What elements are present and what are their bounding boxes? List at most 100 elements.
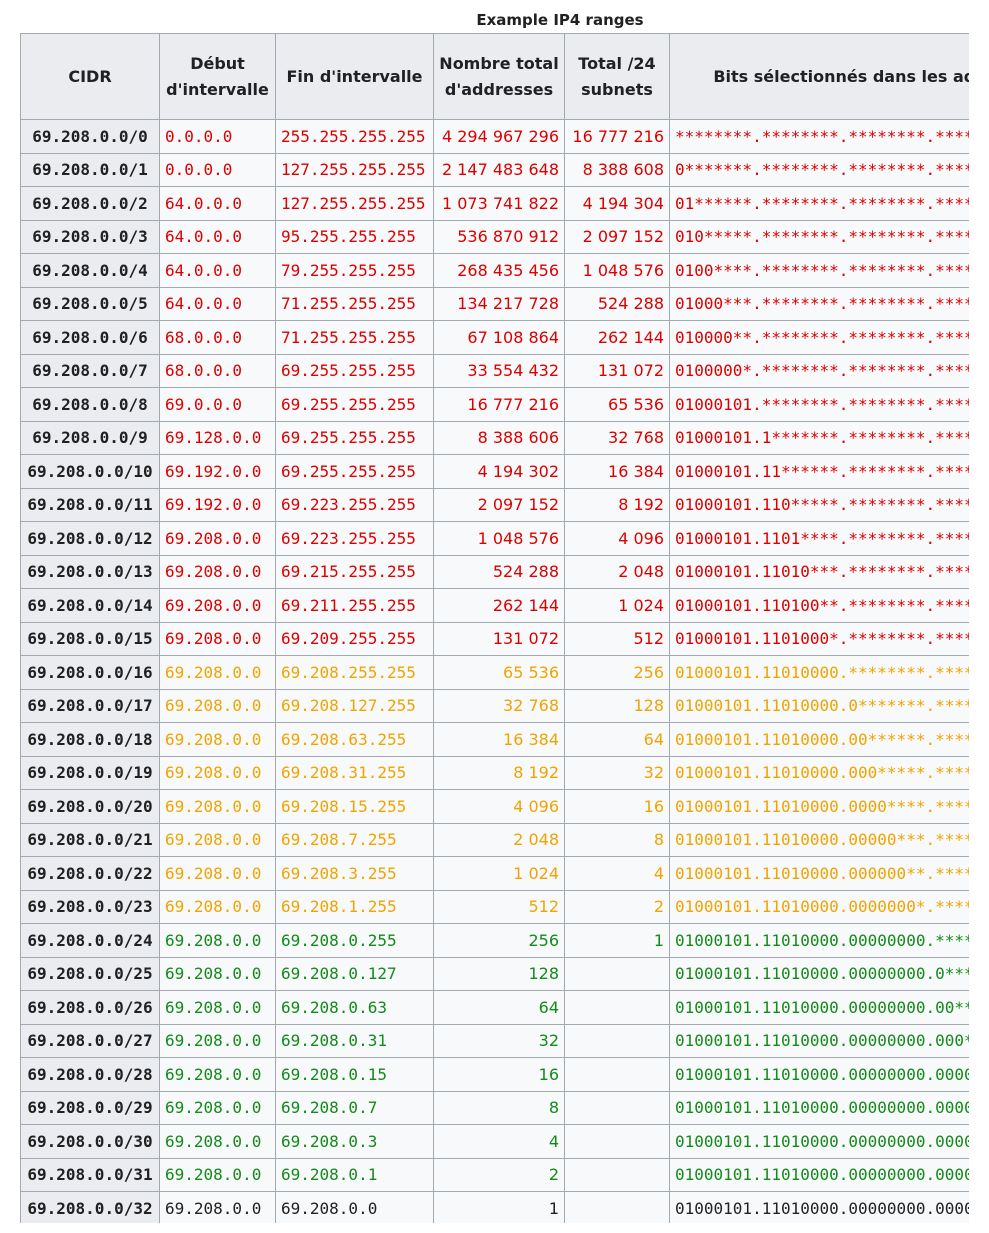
range-end-cell: 69.208.0.7 (275, 1090, 434, 1125)
table-row: 69.208.0.0/23 69.208.0.0 69.208.1.255 512 2 0… (20, 889, 969, 924)
cidr-cell: 69.208.0.0/21 (20, 822, 160, 857)
cidr-cell: 69.208.0.0/10 (20, 454, 160, 489)
range-end-cell: 69.208.63.255 (275, 722, 434, 757)
subnets-cell (564, 956, 670, 991)
selected-bits-cell: 01000101.11010000.000000**.******** (669, 856, 969, 891)
table-row: 69.208.0.0/24 69.208.0.0 69.208.0.255 256 1 0… (20, 923, 969, 958)
range-start-cell: 0.0.0.0 (159, 119, 276, 154)
range-start-cell: 69.192.0.0 (159, 454, 276, 489)
selected-bits-cell: 01000101.11010000.0000****.******** (669, 789, 969, 824)
cidr-cell: 69.208.0.0/19 (20, 755, 160, 790)
table-row: 69.208.0.0/4 64.0.0.0 79.255.255.255 268 43… (20, 253, 969, 288)
subnets-cell (564, 1023, 670, 1058)
range-end-cell: 69.208.0.15 (275, 1057, 434, 1092)
total-addresses-cell: 4 (433, 1124, 565, 1159)
range-start-cell: 69.208.0.0 (159, 621, 276, 656)
selected-bits-cell: 01000101.11010***.********.******** (669, 554, 969, 589)
subnets-cell: 2 097 152 (564, 219, 670, 254)
range-end-cell: 79.255.255.255 (275, 253, 434, 288)
cidr-cell: 69.208.0.0/15 (20, 621, 160, 656)
selected-bits-cell: 01000101.11010000.00000000.******** (669, 923, 969, 958)
table-row: 69.208.0.0/29 69.208.0.0 69.208.0.7 8 010001… (20, 1090, 969, 1125)
range-end-cell: 69.255.255.255 (275, 353, 434, 388)
cidr-cell: 69.208.0.0/28 (20, 1057, 160, 1092)
subnets-cell: 4 (564, 856, 670, 891)
range-end-cell: 69.208.31.255 (275, 755, 434, 790)
table-row: 69.208.0.0/6 68.0.0.0 71.255.255.255 67 108… (20, 320, 969, 355)
subnets-cell: 524 288 (564, 286, 670, 321)
total-addresses-cell: 2 097 152 (433, 487, 565, 522)
range-start-cell: 69.208.0.0 (159, 554, 276, 589)
cidr-cell: 69.208.0.0/29 (20, 1090, 160, 1125)
range-end-cell: 69.208.0.127 (275, 956, 434, 991)
range-end-cell: 69.208.127.255 (275, 688, 434, 723)
subnets-cell: 262 144 (564, 320, 670, 355)
cidr-cell: 69.208.0.0/7 (20, 353, 160, 388)
selected-bits-cell: 01000101.********.********.******** (669, 387, 969, 422)
table-row: 69.208.0.0/21 69.208.0.0 69.208.7.255 2 048… (20, 822, 969, 857)
total-addresses-cell: 536 870 912 (433, 219, 565, 254)
range-start-cell: 64.0.0.0 (159, 253, 276, 288)
range-start-cell: 69.208.0.0 (159, 655, 276, 690)
range-end-cell: 127.255.255.255 (275, 152, 434, 187)
table-row: 69.208.0.0/7 68.0.0.0 69.255.255.255 33 554… (20, 353, 969, 388)
subnets-cell: 32 (564, 755, 670, 790)
cidr-cell: 69.208.0.0/16 (20, 655, 160, 690)
range-start-cell: 69.208.0.0 (159, 688, 276, 723)
selected-bits-cell: 01000101.11010000.00000000.000***** (669, 1023, 969, 1058)
table-row: 69.208.0.0/13 69.208.0.0 69.215.255.255 524… (20, 554, 969, 589)
subnets-cell (564, 1057, 670, 1092)
header-total: Nombre total d'addresses (433, 33, 565, 120)
range-end-cell: 69.208.7.255 (275, 822, 434, 857)
range-start-cell: 69.208.0.0 (159, 521, 276, 556)
range-end-cell: 69.208.3.255 (275, 856, 434, 891)
total-addresses-cell: 33 554 432 (433, 353, 565, 388)
table-row: 69.208.0.0/17 69.208.0.0 69.208.127.255 32 … (20, 688, 969, 723)
table-caption: Example IP4 ranges (476, 11, 644, 29)
range-start-cell: 69.208.0.0 (159, 956, 276, 991)
subnets-cell: 128 (564, 688, 670, 723)
range-end-cell: 69.255.255.255 (275, 387, 434, 422)
selected-bits-cell: 01000101.1101000*.********.******** (669, 621, 969, 656)
range-end-cell: 69.208.1.255 (275, 889, 434, 924)
range-end-cell: 69.208.15.255 (275, 789, 434, 824)
total-addresses-cell: 268 435 456 (433, 253, 565, 288)
total-addresses-cell: 4 194 302 (433, 454, 565, 489)
table-scroll-container[interactable]: CIDR Début d'intervalle Fin d'intervalle… (20, 33, 969, 1223)
selected-bits-cell: 0100****.********.********.******** (669, 253, 969, 288)
cidr-cell: 69.208.0.0/32 (20, 1191, 160, 1223)
subnets-cell: 16 777 216 (564, 119, 670, 154)
subnets-cell: 8 (564, 822, 670, 857)
table-row: 69.208.0.0/16 69.208.0.0 69.208.255.255 65 … (20, 655, 969, 690)
total-addresses-cell: 16 384 (433, 722, 565, 757)
selected-bits-cell: 01000101.11010000.00000000.0000000* (669, 1157, 969, 1192)
total-addresses-cell: 2 (433, 1157, 565, 1192)
range-start-cell: 69.0.0.0 (159, 387, 276, 422)
range-start-cell: 68.0.0.0 (159, 320, 276, 355)
header-bits: Bits sélectionnés dans les adresses IP (669, 33, 969, 120)
range-start-cell: 69.208.0.0 (159, 923, 276, 958)
subnets-cell: 8 388 608 (564, 152, 670, 187)
total-addresses-cell: 1 (433, 1191, 565, 1223)
subnets-cell: 4 096 (564, 521, 670, 556)
range-start-cell: 69.208.0.0 (159, 789, 276, 824)
range-end-cell: 255.255.255.255 (275, 119, 434, 154)
selected-bits-cell: 01000101.1101****.********.******** (669, 521, 969, 556)
cidr-cell: 69.208.0.0/1 (20, 152, 160, 187)
table-row: 69.208.0.0/2 64.0.0.0 127.255.255.255 1 073… (20, 186, 969, 221)
cidr-cell: 69.208.0.0/6 (20, 320, 160, 355)
subnets-cell: 32 768 (564, 420, 670, 455)
range-end-cell: 69.255.255.255 (275, 454, 434, 489)
range-end-cell: 69.255.255.255 (275, 420, 434, 455)
subnets-cell: 65 536 (564, 387, 670, 422)
selected-bits-cell: 01000101.11010000.00000000.0******* (669, 956, 969, 991)
selected-bits-cell: 01000101.11******.********.******** (669, 454, 969, 489)
selected-bits-cell: 010*****.********.********.******** (669, 219, 969, 254)
table-row: 69.208.0.0/5 64.0.0.0 71.255.255.255 134 21… (20, 286, 969, 321)
table-row: 69.208.0.0/15 69.208.0.0 69.209.255.255 131… (20, 621, 969, 656)
range-end-cell: 69.208.0.0 (275, 1191, 434, 1223)
range-end-cell: 127.255.255.255 (275, 186, 434, 221)
total-addresses-cell: 8 192 (433, 755, 565, 790)
header-end: Fin d'intervalle (275, 33, 434, 120)
range-start-cell: 69.208.0.0 (159, 1157, 276, 1192)
